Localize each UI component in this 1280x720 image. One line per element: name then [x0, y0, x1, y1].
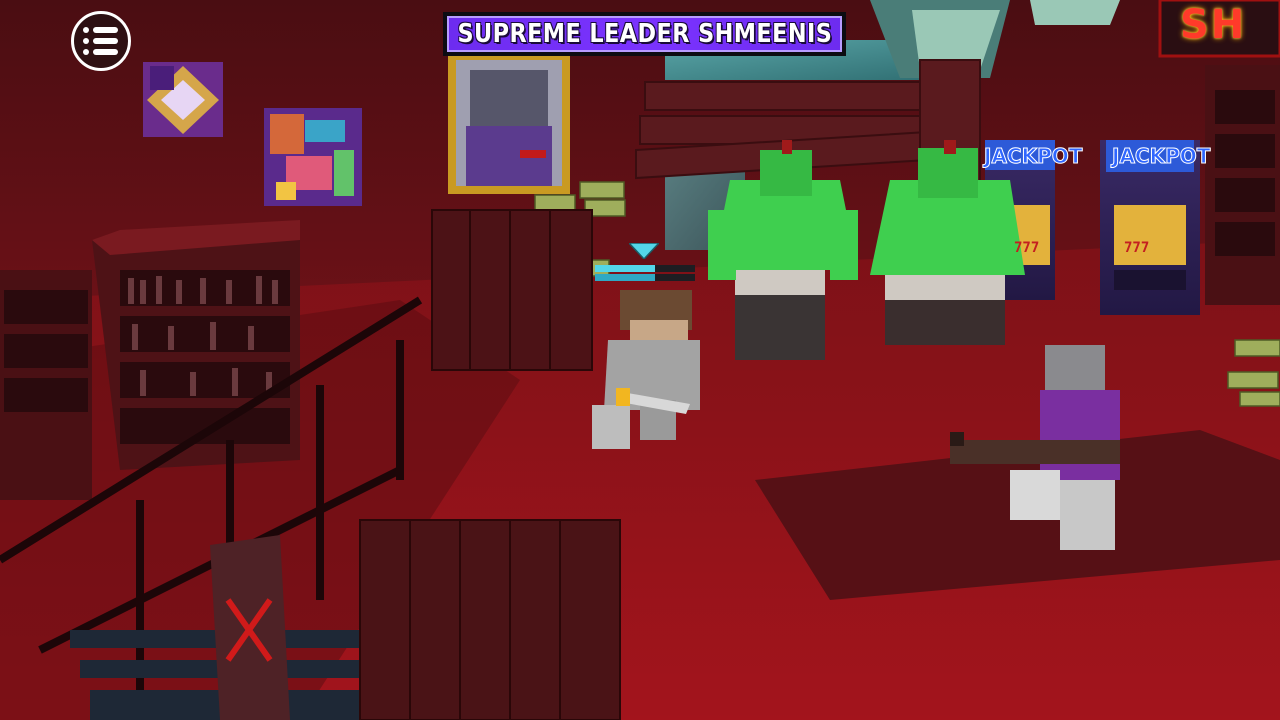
stamina-bar-fill	[595, 274, 655, 281]
boss-name: SUPREME LEADER SHMEENIS	[457, 19, 832, 49]
health-bar-fill	[595, 265, 655, 272]
slot-machine-2-reels: 777	[1124, 240, 1150, 256]
wall-art-abstract	[264, 108, 362, 206]
bookshelf-right	[1205, 65, 1280, 305]
health-bar	[595, 265, 695, 272]
player-triangle-marker-icon	[629, 243, 659, 259]
slot-machine-1-title: JACKPOT	[983, 144, 1083, 169]
boss-banner-inner: SUPREME LEADER SHMEENIS	[447, 16, 842, 52]
slot-machine-1-reels: 777	[1014, 240, 1040, 256]
wall-art-left	[143, 62, 223, 137]
boss-name-banner: SUPREME LEADER SHMEENIS	[443, 12, 846, 56]
player-status-bars	[595, 243, 695, 283]
stamina-bar	[595, 274, 695, 281]
bookshelf-far-left	[0, 270, 92, 500]
pillar	[210, 535, 290, 720]
neon-sign-text: SH	[1180, 2, 1247, 48]
game-scene	[0, 0, 1280, 720]
hamburger-menu-icon	[83, 27, 118, 55]
crate-stack-front	[359, 519, 621, 720]
crate-stack	[431, 209, 593, 371]
bookshelf-left	[92, 220, 300, 470]
pause-menu-button[interactable]	[71, 11, 131, 71]
slot-machine-2-title: JACKPOT	[1111, 144, 1211, 169]
framed-portrait	[448, 52, 570, 194]
